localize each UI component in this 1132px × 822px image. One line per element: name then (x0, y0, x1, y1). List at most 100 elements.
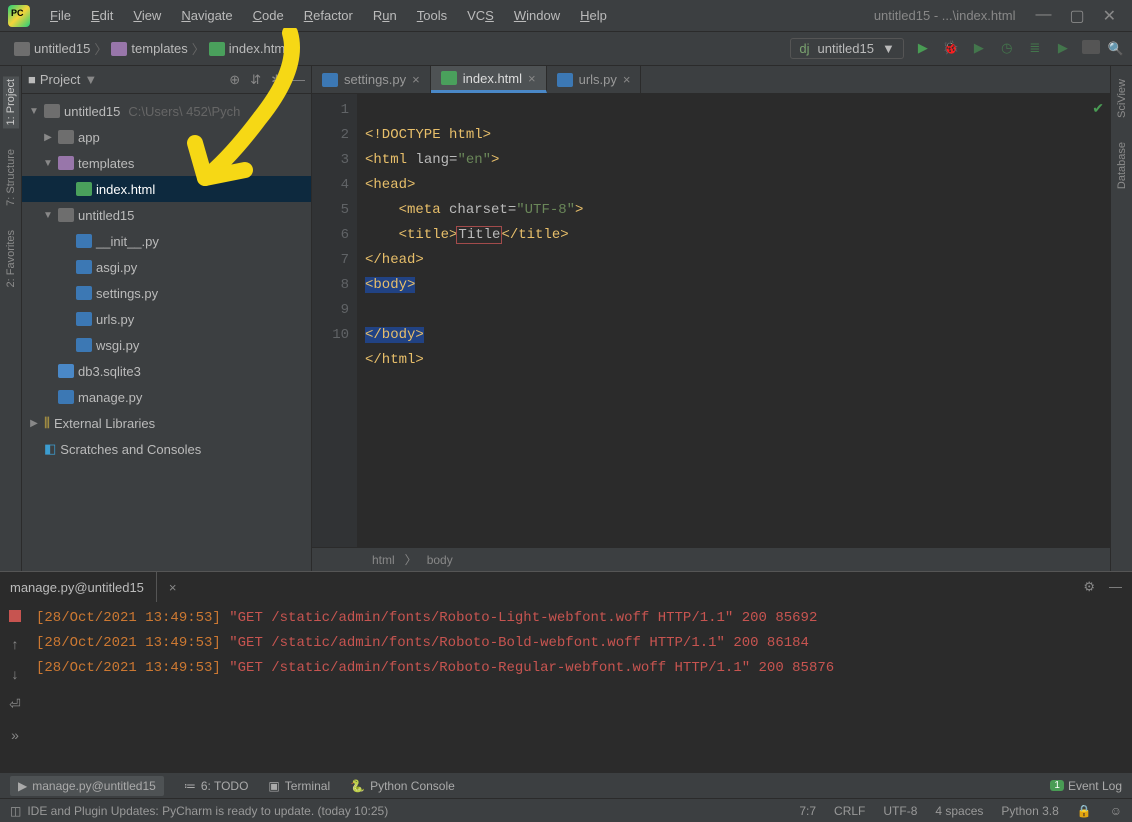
file-encoding[interactable]: UTF-8 (883, 804, 917, 818)
line-separator[interactable]: CRLF (834, 804, 865, 818)
btab-terminal[interactable]: ▣Terminal (268, 779, 330, 793)
settings-icon[interactable]: ✲ (271, 72, 282, 88)
right-tool-strip: SciView Database (1110, 66, 1132, 571)
line-gutter: 12345678910 (312, 94, 357, 547)
btab-todo[interactable]: ≔6: TODO (184, 779, 249, 793)
menu-tools[interactable]: Tools (407, 0, 457, 31)
close-icon[interactable]: × (528, 71, 536, 86)
caret-position[interactable]: 7:7 (799, 804, 816, 818)
editor-tabs: settings.py× index.html× urls.py× (312, 66, 1110, 94)
close-icon[interactable]: × (623, 72, 631, 87)
run-tab-title[interactable]: manage.py@untitled15 (10, 572, 157, 602)
tree-file-asgi[interactable]: asgi.py (22, 254, 311, 280)
run-tool-window: manage.py@untitled15 × ⚙ — ↑ ↓ ⏎ » [28/O… (0, 571, 1132, 772)
menu-help[interactable]: Help (570, 0, 617, 31)
menu-bar: File Edit View Navigate Code Refactor Ru… (0, 0, 1132, 32)
menu-vcs[interactable]: VCS (457, 0, 504, 31)
side-tab-project[interactable]: 1: Project (3, 76, 19, 128)
close-tab-icon[interactable]: × (169, 580, 177, 595)
expand-all-icon[interactable]: ⇵ (250, 72, 261, 88)
tree-file-db[interactable]: db3.sqlite3 (22, 358, 311, 384)
side-tab-favorites[interactable]: 2: Favorites (3, 227, 19, 290)
tree-folder-pkg[interactable]: ▼untitled15 (22, 202, 311, 228)
tree-file-init[interactable]: __init__.py (22, 228, 311, 254)
stop-icon[interactable] (1082, 40, 1100, 57)
stop-process-icon[interactable] (9, 610, 21, 622)
concurrency-icon[interactable]: ≣ (1026, 40, 1044, 57)
project-panel: ■Project▼ ⊕ ⇵ ✲ — ▼ untitled15 C:\Users\… (22, 66, 312, 571)
code-editor[interactable]: 12345678910 <!DOCTYPE html> <html lang="… (312, 94, 1110, 547)
menu-view[interactable]: View (123, 0, 171, 31)
menu-refactor[interactable]: Refactor (294, 0, 363, 31)
btab-python-console[interactable]: 🐍Python Console (350, 779, 455, 793)
menu-run[interactable]: Run (363, 0, 407, 31)
attach-icon[interactable]: ▶ (1054, 40, 1072, 57)
settings-icon[interactable]: ⚙ (1083, 579, 1095, 595)
menu-file[interactable]: File (40, 0, 81, 31)
run-output[interactable]: [28/Oct/2021 13:49:53] "GET /static/admi… (30, 602, 1132, 772)
maximize-icon[interactable]: ▢ (1069, 6, 1084, 26)
profile-icon[interactable]: ◷ (998, 40, 1016, 57)
tree-file-settings[interactable]: settings.py (22, 280, 311, 306)
code-breadcrumb[interactable]: html〉body (312, 547, 1110, 571)
more-icon[interactable]: » (11, 727, 19, 743)
tab-index[interactable]: index.html× (431, 66, 547, 93)
project-tree: ▼ untitled15 C:\Users\ 452\Pych ▶app ▼te… (22, 94, 311, 571)
breadcrumb-folder: templates (131, 41, 187, 56)
folder-icon (111, 42, 127, 56)
run-controls: ↑ ↓ ⏎ » (0, 602, 30, 772)
chevron-down-icon: ▼ (882, 41, 895, 56)
html-file-icon (209, 42, 225, 56)
editor-area: settings.py× index.html× urls.py× 123456… (312, 66, 1110, 571)
hide-icon[interactable]: — (1109, 579, 1122, 595)
breadcrumb-root: untitled15 (34, 41, 90, 56)
window-title: untitled15 - ...\index.html (874, 8, 1016, 23)
tab-urls[interactable]: urls.py× (547, 66, 642, 93)
tree-file-wsgi[interactable]: wsgi.py (22, 332, 311, 358)
close-icon[interactable]: × (412, 72, 420, 87)
tree-folder-app[interactable]: ▶app (22, 124, 311, 150)
up-arrow-icon[interactable]: ↑ (12, 636, 19, 652)
status-message: IDE and Plugin Updates: PyCharm is ready… (27, 804, 388, 818)
side-tab-database[interactable]: Database (1114, 139, 1130, 192)
ide-fatal-icon[interactable]: ☺ (1110, 804, 1122, 818)
analysis-ok-icon[interactable]: ✔ (1092, 100, 1104, 117)
folder-icon (14, 42, 30, 56)
run-coverage-icon[interactable]: ▶ (970, 40, 988, 57)
side-tab-sciview[interactable]: SciView (1114, 76, 1130, 121)
btab-event-log[interactable]: 1 Event Log (1050, 779, 1122, 793)
run-config-selector[interactable]: dj untitled15 ▼ (790, 38, 903, 59)
minimize-icon[interactable]: — (1035, 6, 1051, 26)
search-everywhere-icon[interactable]: 🔍 (1108, 41, 1124, 57)
menu-edit[interactable]: Edit (81, 0, 123, 31)
menu-code[interactable]: Code (243, 0, 294, 31)
tree-folder-templates[interactable]: ▼templates (22, 150, 311, 176)
run-icon[interactable]: ▶ (914, 40, 932, 57)
tree-external-libs[interactable]: ▶⫼External Libraries (22, 410, 311, 436)
breadcrumb[interactable]: untitled15 〉 templates 〉 index.html (8, 39, 294, 58)
locate-icon[interactable]: ⊕ (229, 72, 240, 88)
tab-settings[interactable]: settings.py× (312, 66, 431, 93)
hide-icon[interactable]: — (292, 72, 305, 88)
app-logo-icon (8, 5, 30, 27)
side-tab-structure[interactable]: 7: Structure (3, 146, 19, 209)
interpreter[interactable]: Python 3.8 (1001, 804, 1058, 818)
debug-icon[interactable]: 🐞 (942, 40, 960, 57)
status-bar: ◫ IDE and Plugin Updates: PyCharm is rea… (0, 798, 1132, 822)
tree-file-urls[interactable]: urls.py (22, 306, 311, 332)
tree-scratches[interactable]: ◧Scratches and Consoles (22, 436, 311, 462)
menu-navigate[interactable]: Navigate (171, 0, 242, 31)
close-icon[interactable]: ✕ (1103, 6, 1116, 26)
indent-settings[interactable]: 4 spaces (935, 804, 983, 818)
status-quick-list-icon[interactable]: ◫ (10, 804, 21, 818)
tree-root[interactable]: ▼ untitled15 C:\Users\ 452\Pych (22, 98, 311, 124)
btab-run[interactable]: ▶manage.py@untitled15 (10, 776, 164, 796)
tree-file-index[interactable]: index.html (22, 176, 311, 202)
tree-file-manage[interactable]: manage.py (22, 384, 311, 410)
down-arrow-icon[interactable]: ↓ (12, 666, 19, 682)
readonly-lock-icon[interactable]: 🔒 (1077, 804, 1092, 818)
soft-wrap-icon[interactable]: ⏎ (9, 696, 21, 713)
project-panel-title[interactable]: ■Project▼ (28, 72, 97, 87)
menu-window[interactable]: Window (504, 0, 570, 31)
bottom-tool-tabs: ▶manage.py@untitled15 ≔6: TODO ▣Terminal… (0, 772, 1132, 798)
